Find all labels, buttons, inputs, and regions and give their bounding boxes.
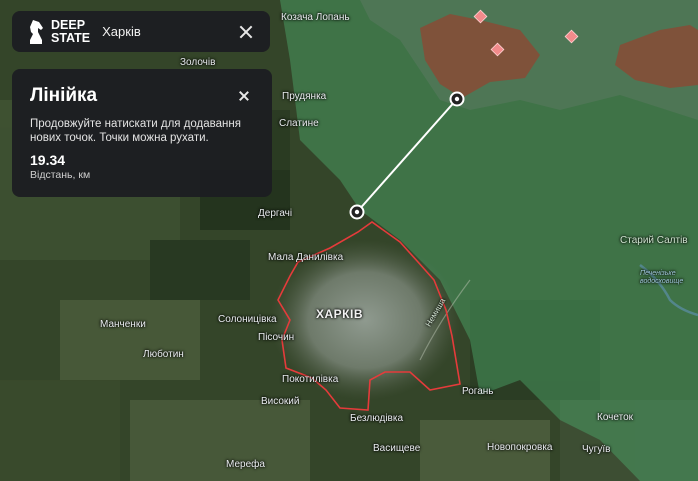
logo-line-2: STATE [51, 30, 91, 45]
location-title: Харків [102, 24, 141, 39]
place-label-slatyne: Слатине [279, 118, 319, 129]
place-label-novopokrovka: Новопокровка [487, 442, 553, 453]
distance-value: 19.34 [30, 152, 66, 168]
ruler-point-end[interactable] [349, 204, 365, 220]
logo-line-1: DEEP [51, 17, 86, 32]
chess-knight-icon [30, 19, 43, 44]
ruler-description: Продовжуйте натискати для додавання нови… [30, 118, 241, 144]
place-label-vysokyi: Високий [261, 396, 300, 407]
ruler-point-start[interactable] [449, 91, 465, 107]
place-label-mala-danylivka: Мала Данилівка [268, 252, 344, 263]
place-label-staryi-saltiv: Старий Салтів [620, 235, 688, 246]
close-header-button[interactable] [238, 24, 254, 40]
deepstate-logo[interactable]: DEEP STATE [28, 17, 91, 45]
place-label-solonytsivka: Солоницівка [218, 314, 277, 325]
distance-unit-label: Відстань, км [30, 169, 91, 181]
ruler-panel: Лінійка Продовжуйте натискати для додава… [12, 69, 272, 197]
water-label: Печенізьке водосховище [640, 270, 684, 285]
place-label-zolochiv: Золочів [180, 57, 216, 68]
logo-text: DEEP STATE [51, 17, 91, 45]
header-bar: DEEP STATE Харків [12, 11, 270, 52]
place-label-bezliudivka: Безлюдівка [350, 413, 404, 424]
place-label-chuhuiv: Чугуїв [582, 444, 611, 455]
place-label-vasyshcheve: Васищеве [373, 443, 421, 454]
place-label-derhachi: Дергачі [258, 208, 293, 219]
place-label-kozacha-lopan: Козача Лопань [281, 12, 350, 23]
place-label-merefa: Мерефа [226, 459, 265, 470]
place-label-kharkiv: ХАРКІВ [316, 307, 363, 321]
place-label-manchenky: Манченки [100, 319, 146, 330]
place-label-kochetok: Кочеток [597, 412, 634, 423]
close-ruler-button[interactable] [238, 90, 250, 102]
place-label-rohan: Рогань [462, 386, 494, 397]
place-label-pokotylivka: Покотилівка [282, 374, 339, 385]
place-label-prudianka: Прудянка [282, 91, 327, 102]
place-label-pisochyn: Пісочин [258, 332, 295, 343]
ruler-title: Лінійка [30, 85, 98, 106]
place-label-liubotyn: Люботин [143, 349, 184, 360]
